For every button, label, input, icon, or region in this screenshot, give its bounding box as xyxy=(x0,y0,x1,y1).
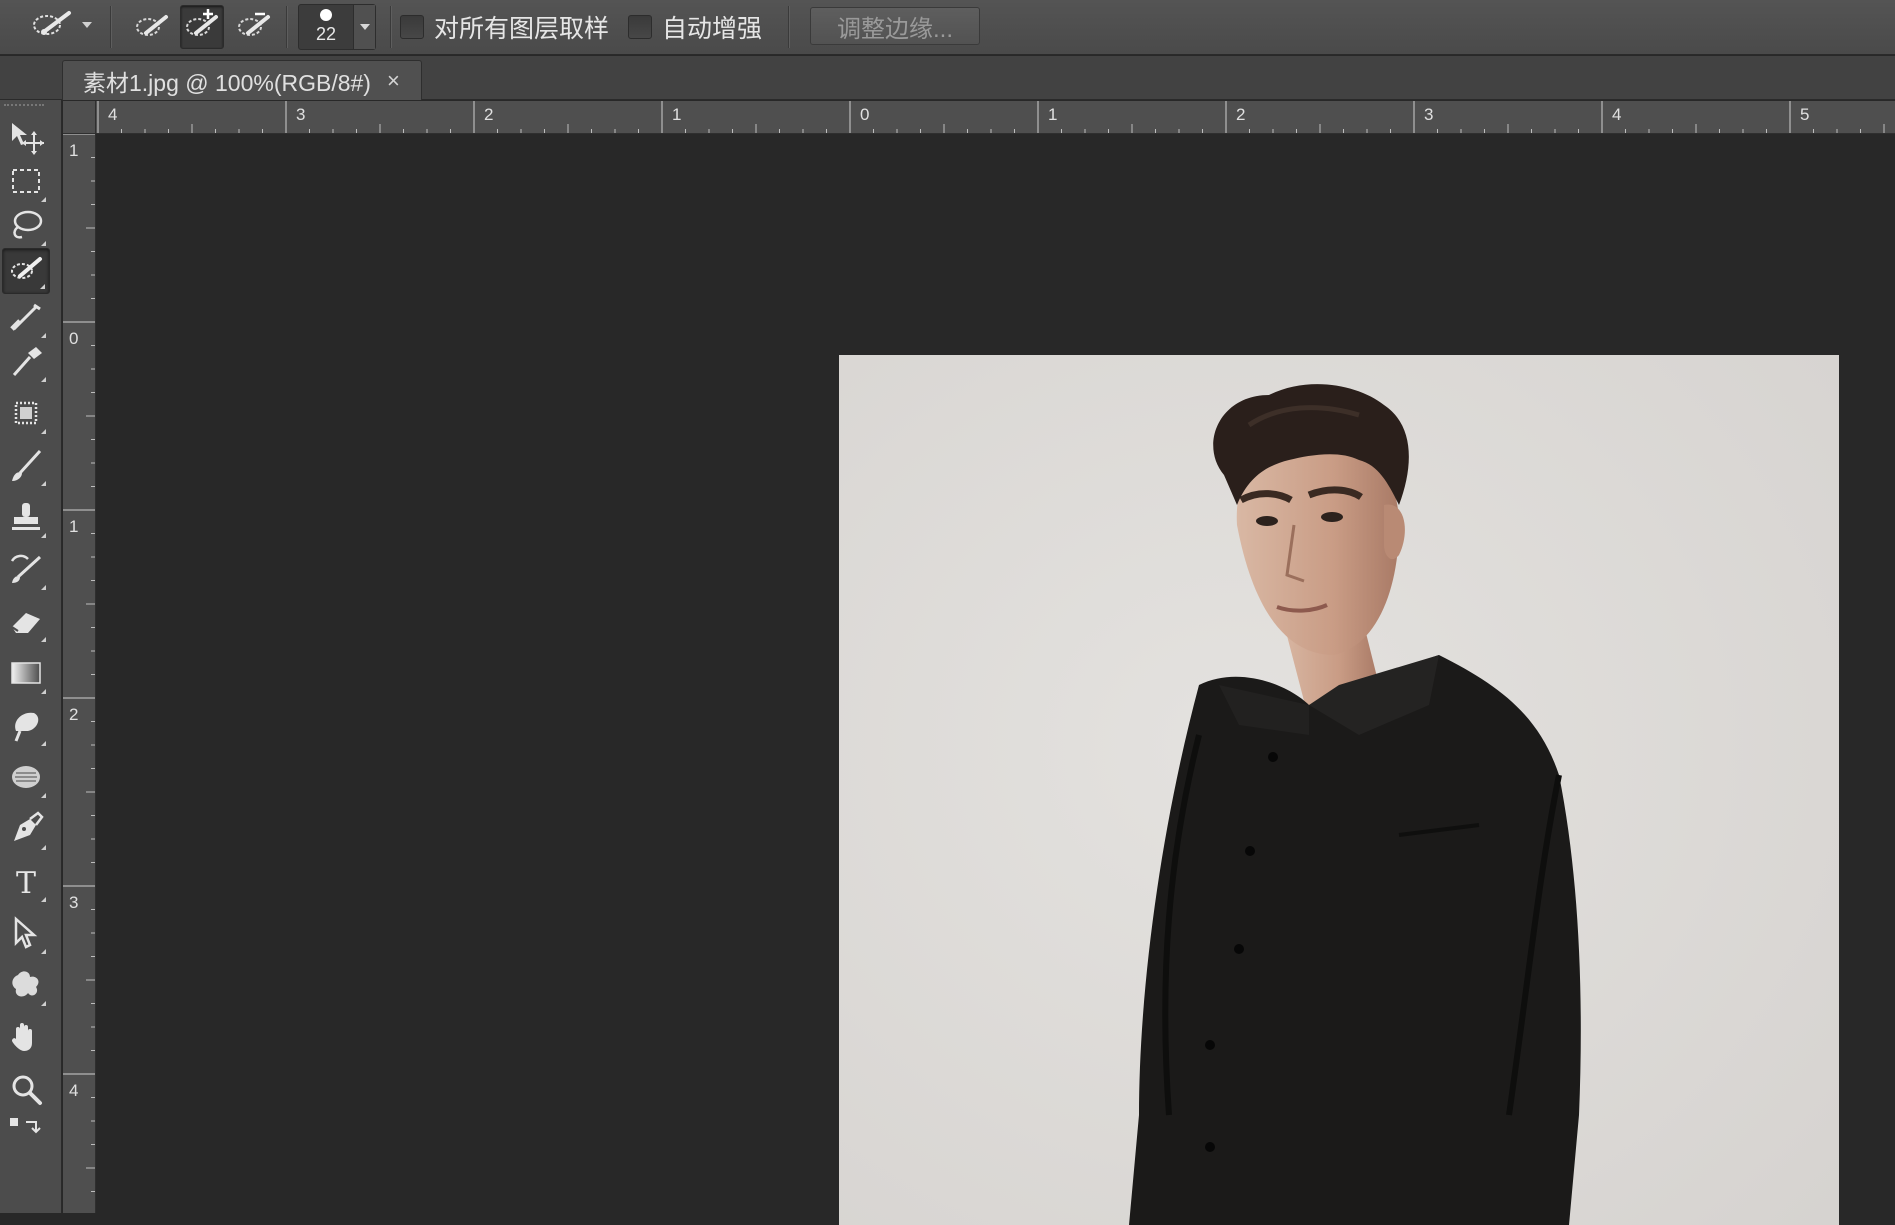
close-icon[interactable]: × xyxy=(387,68,400,94)
divider xyxy=(286,6,287,48)
tool-path-selection[interactable] xyxy=(2,912,50,958)
document-tab-bar: 素材1.jpg @ 100%(RGB/8#) × xyxy=(0,56,1895,100)
lasso-icon xyxy=(8,207,44,248)
ruler-label: 4 xyxy=(69,1081,78,1100)
tool-rectangular-marquee[interactable] xyxy=(2,160,50,206)
custom-shape-icon xyxy=(8,967,44,1008)
document-tab[interactable]: 素材1.jpg @ 100%(RGB/8#) × xyxy=(62,60,422,100)
sample-all-layers-label: 对所有图层取样 xyxy=(434,15,610,43)
tool-preset-picker[interactable] xyxy=(14,6,94,46)
ruler-label: 0 xyxy=(69,329,78,348)
blur-icon xyxy=(8,707,44,748)
ruler-label: 3 xyxy=(69,893,78,912)
divider xyxy=(390,6,391,48)
pen-icon xyxy=(8,810,44,852)
tool-eraser[interactable] xyxy=(2,600,50,646)
tool-move[interactable] xyxy=(2,116,50,162)
ruler-label: 4 xyxy=(1612,105,1621,124)
tool-blur[interactable] xyxy=(2,704,50,750)
brush-size-picker[interactable]: 22 xyxy=(298,4,376,50)
ruler-label: 1 xyxy=(69,517,78,536)
zoom-icon xyxy=(8,1071,44,1112)
brush-picker-dropdown[interactable] xyxy=(353,5,375,49)
add-to-selection-button[interactable] xyxy=(180,5,224,49)
brush-size-value: 22 xyxy=(315,24,337,44)
path-selection-icon xyxy=(8,915,44,956)
horizontal-ruler[interactable]: 4 3 2 1 0 1 2 3 4 5 xyxy=(96,101,1895,134)
ruler-label: 3 xyxy=(296,105,305,124)
sample-all-layers-checkbox[interactable] xyxy=(400,15,424,39)
ruler-label: 5 xyxy=(1800,105,1809,124)
tool-zoom[interactable] xyxy=(2,1068,50,1114)
move-icon xyxy=(8,119,44,160)
toolbox: T xyxy=(0,100,62,1213)
tool-gradient[interactable] xyxy=(2,652,50,698)
ruler-label: 2 xyxy=(484,105,493,124)
tool-hand[interactable] xyxy=(2,1016,50,1062)
type-icon: T xyxy=(15,865,36,901)
brush-icon xyxy=(8,447,44,488)
new-selection-button[interactable] xyxy=(130,5,174,49)
ruler-label: 1 xyxy=(69,141,78,160)
quick-selection-add-icon xyxy=(182,7,222,48)
refine-edge-button[interactable]: 调整边缘... xyxy=(810,7,980,45)
document-tab-title: 素材1.jpg @ 100%(RGB/8#) xyxy=(83,69,371,96)
subtract-from-selection-button[interactable] xyxy=(232,5,276,49)
quick-selection-subtract-icon xyxy=(234,7,274,48)
eyedropper-icon xyxy=(8,343,44,384)
tool-type[interactable]: T xyxy=(2,860,50,906)
quick-selection-icon xyxy=(31,7,77,46)
history-brush-icon xyxy=(8,551,44,592)
tool-quick-selection[interactable] xyxy=(2,248,50,294)
toolbox-grip[interactable] xyxy=(4,104,44,114)
tool-custom-shape[interactable] xyxy=(2,964,50,1010)
options-bar: 22 对所有图层取样 自动增强 调整边缘... xyxy=(0,0,1895,55)
ruler-origin[interactable] xyxy=(63,101,96,134)
ruler-label: 1 xyxy=(672,105,681,124)
brush-preview: 22 xyxy=(299,5,353,49)
ruler-label: 3 xyxy=(1424,105,1433,124)
auto-enhance-option[interactable]: 自动增强 xyxy=(628,8,762,46)
tool-brush[interactable] xyxy=(2,444,50,490)
tool-spot-healing[interactable] xyxy=(2,392,50,438)
tool-swap-colors[interactable] xyxy=(2,1116,50,1152)
chevron-down-icon xyxy=(359,24,370,30)
document-photo[interactable] xyxy=(839,355,1839,1225)
tool-crop[interactable] xyxy=(2,296,50,342)
stamp-icon xyxy=(8,499,44,540)
tool-pen[interactable] xyxy=(2,808,50,854)
auto-enhance-label: 自动增强 xyxy=(662,15,763,43)
marquee-icon xyxy=(8,163,44,204)
healing-brush-icon xyxy=(8,395,44,436)
tool-dodge[interactable] xyxy=(2,756,50,802)
auto-enhance-checkbox[interactable] xyxy=(628,15,652,39)
tool-lasso[interactable] xyxy=(2,204,50,250)
ruler-label: 2 xyxy=(1236,105,1245,124)
tool-clone-stamp[interactable] xyxy=(2,496,50,542)
ruler-label: 1 xyxy=(1048,105,1057,124)
gradient-icon xyxy=(8,655,44,696)
hand-icon xyxy=(8,1019,44,1060)
tool-eyedropper[interactable] xyxy=(2,340,50,386)
dodge-icon xyxy=(8,759,44,800)
vertical-ruler[interactable]: 1 0 1 2 3 4 xyxy=(63,134,96,1213)
ruler-label: 2 xyxy=(69,705,78,724)
eraser-icon xyxy=(8,603,44,644)
crop-icon xyxy=(8,299,44,340)
brush-tip-icon xyxy=(320,9,332,21)
divider xyxy=(110,6,111,48)
swap-colors-icon xyxy=(8,1114,44,1155)
sample-all-layers-option[interactable]: 对所有图层取样 xyxy=(400,8,609,46)
quick-selection-new-icon xyxy=(132,7,172,48)
divider xyxy=(788,6,789,48)
ruler-label: 0 xyxy=(860,105,869,124)
chevron-down-icon xyxy=(82,22,92,28)
canvas-area[interactable] xyxy=(97,135,1895,1225)
tool-history-brush[interactable] xyxy=(2,548,50,594)
quick-selection-icon xyxy=(8,251,44,292)
ruler-label: 4 xyxy=(108,105,117,124)
